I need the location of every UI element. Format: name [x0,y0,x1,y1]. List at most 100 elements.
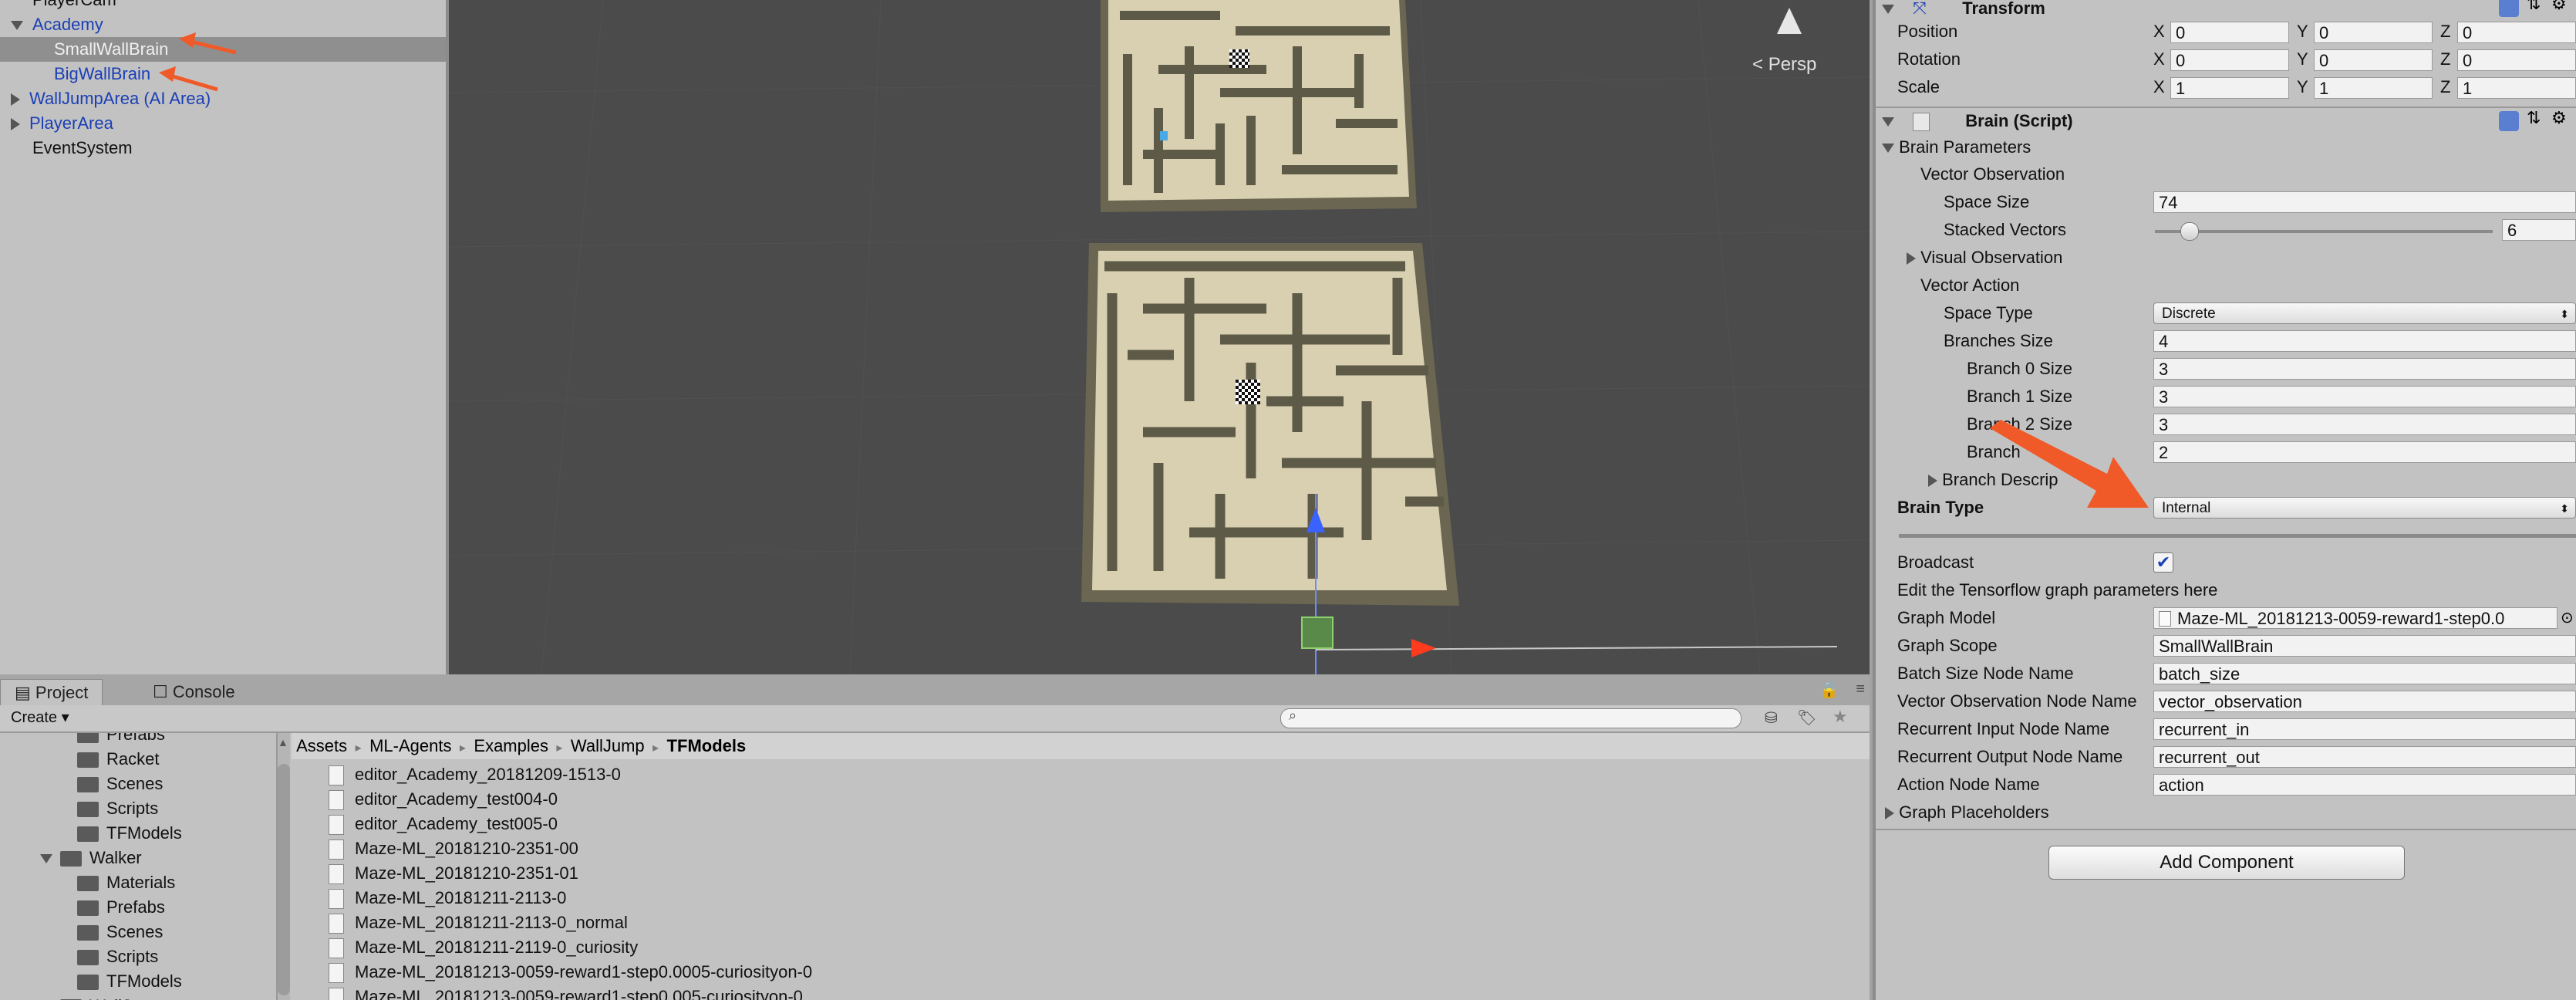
file-item[interactable]: editor_Academy_test004-0 [329,787,558,812]
folder-item[interactable]: Racket [77,747,159,772]
hierarchy-item[interactable]: BigWallBrain [0,62,446,86]
transform-x-field[interactable]: 1 [2170,77,2289,99]
breadcrumb-item[interactable]: WallJump [571,736,645,755]
file-item[interactable]: Maze-ML_20181210-2351-01 [329,861,578,886]
transform-x-field[interactable]: 0 [2170,22,2289,43]
recurrent-output-field[interactable]: recurrent_out [2153,746,2576,768]
scene-view[interactable]: < Persp [449,0,1870,674]
transform-y-field[interactable]: 0 [2314,22,2433,43]
transform-z-field[interactable]: 1 [2457,77,2576,99]
add-component-button[interactable]: Add Component [2048,846,2405,880]
vector-observation-node-field[interactable]: vector_observation [2153,691,2576,712]
file-item[interactable]: Maze-ML_20181211-2113-0 [329,886,566,910]
brain-script-header[interactable]: Brain (Script) [1882,108,2073,134]
file-item[interactable]: Maze-ML_20181211-2113-0_normal [329,910,628,935]
file-item[interactable]: editor_Academy_20181209-1513-0 [329,762,621,787]
panel-menu-icon[interactable]: ≡ [1856,681,1865,698]
transform-z-field[interactable]: 0 [2457,49,2576,71]
visual-observation-foldout[interactable]: Visual Observation [1907,245,2062,271]
folder-item[interactable]: Prefabs [77,733,165,747]
broadcast-checkbox[interactable]: ✔ [2153,552,2173,573]
graph-scope-field[interactable]: SmallWallBrain [2153,635,2576,657]
graph-model-field[interactable]: Maze-ML_20181213-0059-reward1-step0.0 [2153,607,2557,629]
filter-by-type-icon[interactable]: ⛁ [1765,708,1778,728]
lock-icon[interactable]: 🔒 [1819,681,1839,700]
transform-x-field[interactable]: 0 [2170,49,2289,71]
expand-arrow-icon[interactable] [1928,475,1937,488]
collapse-arrow-icon[interactable] [40,854,52,864]
file-item[interactable]: editor_Academy_test005-0 [329,812,558,836]
hierarchy-item[interactable]: PlayerCam [0,0,446,12]
favorite-star-icon[interactable]: ★ [1833,707,1848,727]
preset-icon[interactable]: ⇅ [2527,108,2541,128]
transform-y-field[interactable]: 0 [2314,49,2433,71]
folder-item[interactable]: Scenes [77,920,163,944]
collapse-arrow-icon[interactable] [1882,144,1894,154]
collapse-arrow-icon[interactable] [11,21,23,31]
action-node-field[interactable]: action [2153,774,2576,796]
folder-item[interactable]: Walker [40,846,142,870]
expand-arrow-icon[interactable] [11,93,20,106]
scene-orientation-gizmo[interactable] [1777,8,1802,34]
preset-icon[interactable]: ⇅ [2527,0,2541,14]
object-picker-icon[interactable]: ⊙ [2561,608,2574,627]
file-item[interactable]: Maze-ML_20181213-0059-reward1-step0.005-… [329,985,803,1000]
stacked-vectors-field[interactable]: 6 [2502,219,2576,241]
collapse-arrow-icon[interactable] [1882,5,1894,15]
hierarchy-item[interactable]: SmallWallBrain [0,37,446,62]
branches-size-field[interactable]: 4 [2153,330,2576,352]
folder-item[interactable]: Scripts [77,944,158,969]
transform-y-field[interactable]: 1 [2314,77,2433,99]
file-item[interactable]: Maze-ML_20181213-0059-reward1-step0.0005… [329,960,812,985]
brain-parameters-foldout[interactable]: Brain Parameters [1882,134,2031,160]
gear-icon[interactable]: ⚙ [2551,0,2567,14]
filter-by-label-icon[interactable]: 🏷 [1797,708,1816,728]
folder-item[interactable]: TFModels [77,969,182,994]
transform-z-field[interactable]: 0 [2457,22,2576,43]
breadcrumb-item[interactable]: ML-Agents [369,736,451,755]
folder-tree-scrollbar[interactable]: ▲ [278,733,290,1000]
hierarchy-item[interactable]: PlayerArea [0,111,446,136]
slider-thumb[interactable] [2180,222,2199,241]
branch-size-field[interactable]: 3 [2153,414,2576,435]
gear-icon[interactable]: ⚙ [2551,108,2567,128]
scene-canvas[interactable] [449,0,1870,674]
branch-size-field[interactable]: 3 [2153,386,2576,407]
help-icon[interactable] [2499,0,2519,17]
space-size-field[interactable]: 74 [2153,191,2576,213]
breadcrumb-item[interactable]: Examples [474,736,548,755]
folder-item[interactable]: Scenes [77,772,163,796]
space-type-dropdown[interactable]: Discrete ⬍ [2153,302,2576,324]
expand-arrow-icon[interactable] [1907,252,1916,265]
hierarchy-item[interactable]: EventSystem [0,136,446,160]
file-item[interactable]: Maze-ML_20181210-2351-00 [329,836,578,861]
hierarchy-item[interactable]: Academy [0,12,446,37]
project-search-input[interactable]: ⌕ [1280,708,1741,728]
brain-type-dropdown[interactable]: Internal ⬍ [2153,497,2576,519]
breadcrumb-item[interactable]: TFModels [667,736,747,755]
file-item[interactable]: Maze-ML_20181211-2119-0_curiosity [329,935,638,960]
folder-item[interactable]: TFModels [77,821,182,846]
branch-size-field[interactable]: 3 [2153,358,2576,380]
scroll-up-icon[interactable]: ▲ [278,736,288,748]
batch-size-field[interactable]: batch_size [2153,663,2576,684]
scrollbar-thumb[interactable] [278,764,290,995]
folder-item[interactable]: WallJump [40,994,164,1000]
folder-item[interactable]: Materials [77,870,175,895]
stacked-vectors-slider[interactable] [2155,230,2493,233]
hierarchy-item[interactable]: WallJumpArea (AI Area) [0,86,446,111]
breadcrumb-item[interactable]: Assets [296,736,347,755]
folder-item[interactable]: Prefabs [77,895,165,920]
create-button[interactable]: Create ▾ [3,707,77,728]
recurrent-input-field[interactable]: recurrent_in [2153,718,2576,740]
help-icon[interactable] [2499,111,2519,131]
collapse-arrow-icon[interactable] [1882,117,1894,127]
expand-arrow-icon[interactable] [11,118,20,131]
tab-console[interactable]: ☐ Console [139,679,249,705]
folder-item[interactable]: Scripts [77,796,158,821]
expand-arrow-icon[interactable] [1885,807,1894,820]
tab-project[interactable]: ▤ Project [0,679,103,706]
graph-placeholders-foldout[interactable]: Graph Placeholders [1885,799,2049,826]
branch-size-field[interactable]: 2 [2153,441,2576,463]
persp-label[interactable]: < Persp [1752,54,1816,76]
